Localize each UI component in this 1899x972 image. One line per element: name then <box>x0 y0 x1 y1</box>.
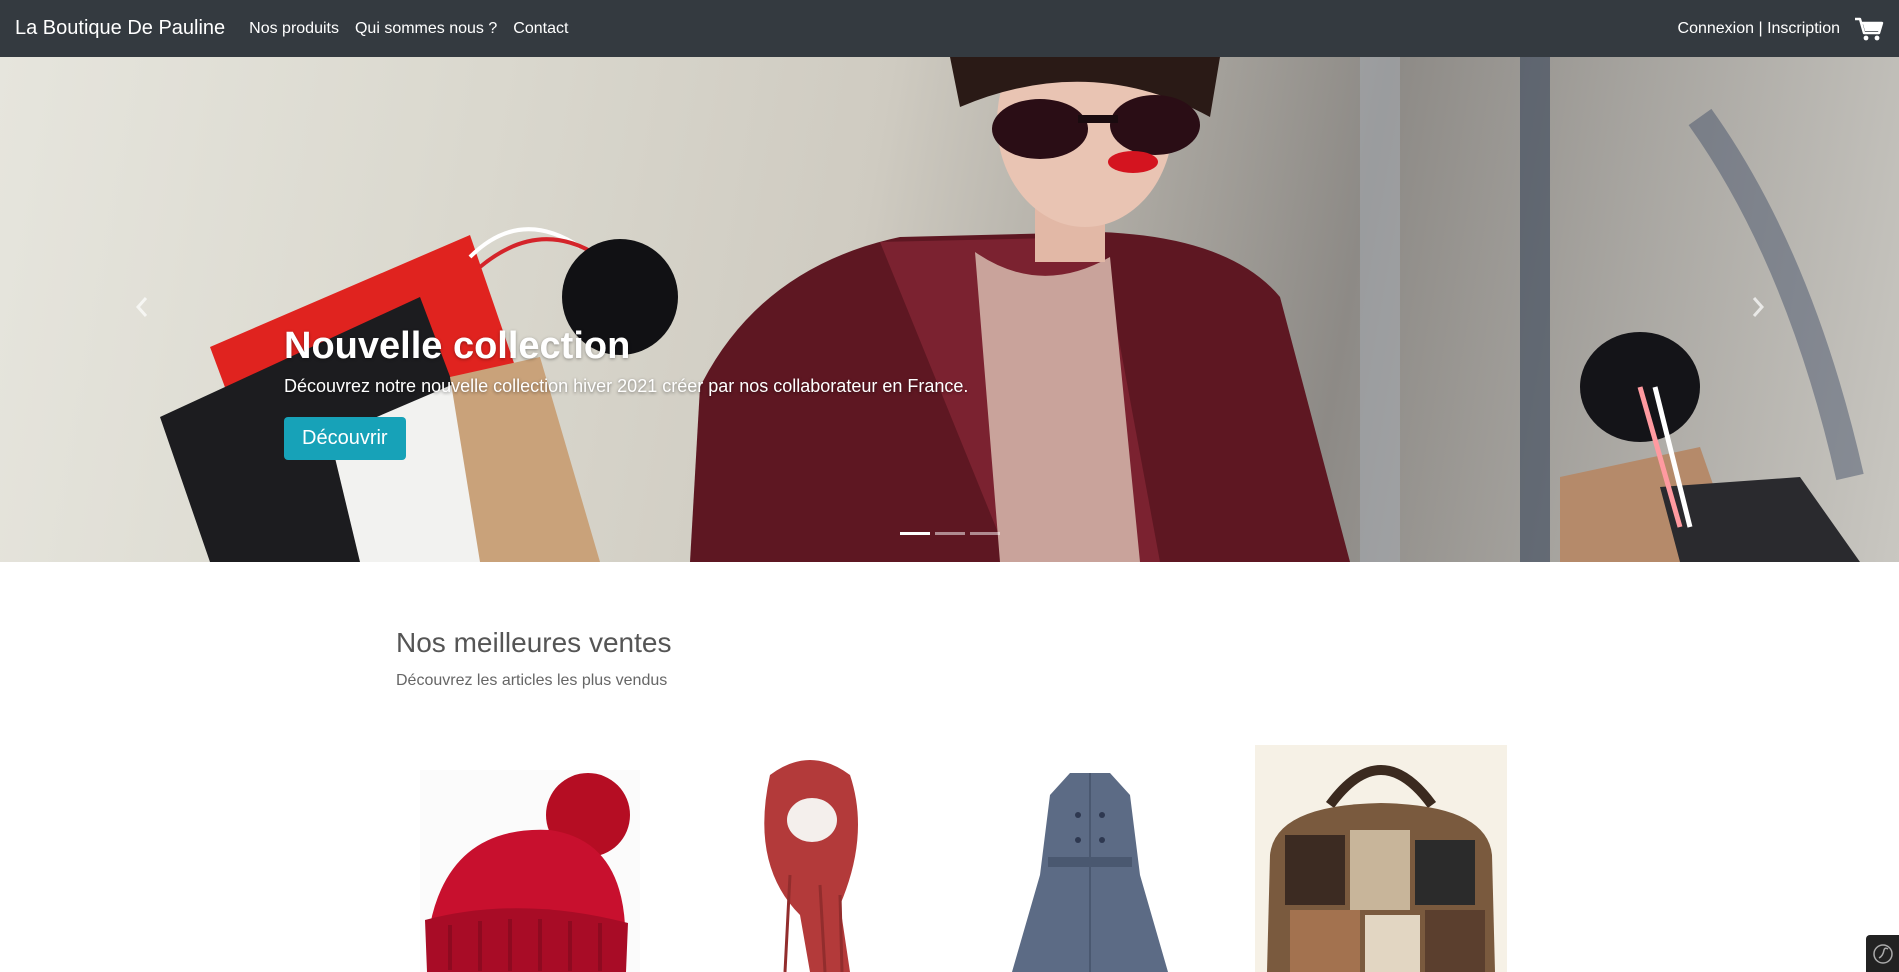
hero-text: Découvrez notre nouvelle collection hive… <box>284 376 969 396</box>
hero-image <box>160 57 1864 562</box>
red-scarf-image <box>764 760 858 972</box>
discover-button[interactable]: Découvrir <box>284 417 406 460</box>
brand-link[interactable]: La Boutique De Pauline <box>15 17 225 40</box>
login-register-link[interactable]: Connexion | Inscription <box>1678 20 1840 38</box>
product-card[interactable] <box>410 745 650 972</box>
printed-handbag-image <box>1255 745 1507 972</box>
nav-link-products[interactable]: Nos produits <box>249 20 339 38</box>
hero-carousel: Nouvelle collection Découvrez notre nouv… <box>0 57 1899 562</box>
bestsellers-subtitle: Découvrez les articles les plus vendus <box>396 672 668 689</box>
carousel-indicator-1[interactable] <box>900 532 930 535</box>
product-card[interactable] <box>1010 745 1170 972</box>
hero-title: Nouvelle collection <box>284 325 631 367</box>
carousel-prev-button[interactable] <box>122 287 162 327</box>
bestsellers-title: Nos meilleures ventes <box>396 627 672 658</box>
red-beanie-image <box>420 770 640 972</box>
blue-coat-image <box>1012 773 1168 972</box>
symfony-icon <box>1872 943 1893 964</box>
product-card[interactable] <box>1255 745 1507 972</box>
debug-toolbar-toggle[interactable] <box>1866 935 1899 972</box>
nav-right: Connexion | Inscription <box>1678 16 1884 42</box>
chevron-right-icon <box>1752 297 1765 317</box>
carousel-next-button[interactable] <box>1738 287 1778 327</box>
cart-icon[interactable] <box>1854 16 1884 42</box>
nav-link-contact[interactable]: Contact <box>513 20 568 38</box>
nav-link-about[interactable]: Qui sommes nous ? <box>355 20 497 38</box>
product-card[interactable] <box>730 745 890 972</box>
carousel-indicators <box>900 532 1005 535</box>
top-navbar: La Boutique De Pauline Nos produits Qui … <box>0 0 1899 57</box>
carousel-indicator-3[interactable] <box>970 532 1000 535</box>
chevron-left-icon <box>135 297 148 317</box>
hero-caption: Nouvelle collection Découvrez notre nouv… <box>284 325 968 460</box>
carousel-indicator-2[interactable] <box>935 532 965 535</box>
